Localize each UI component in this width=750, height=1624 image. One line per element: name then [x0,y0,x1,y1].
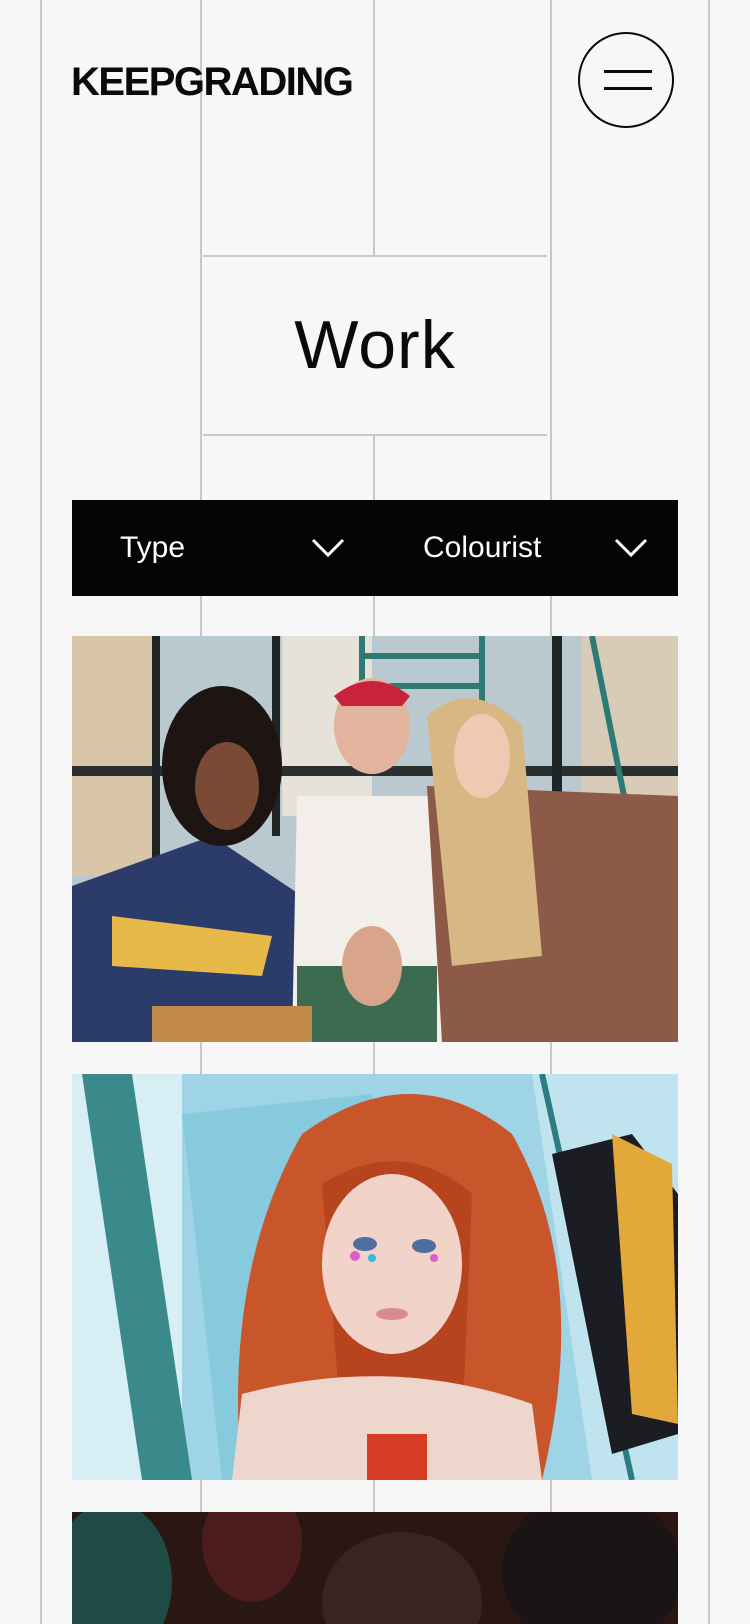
chevron-down-icon [614,538,648,558]
grid-line [203,434,547,436]
colourist-filter-label: Colourist [423,531,542,564]
project-card[interactable] [72,1512,678,1624]
logo[interactable]: KEEPGRADING [71,60,354,104]
grid-line [708,0,710,1624]
project-thumbnail [72,636,678,1042]
project-card[interactable] [72,1074,678,1480]
type-filter[interactable]: Type [72,500,375,596]
project-thumbnail [72,1512,678,1624]
chevron-down-icon [311,538,345,558]
page-title: Work [294,307,456,383]
project-card[interactable] [72,636,678,1042]
colourist-filter[interactable]: Colourist [375,500,678,596]
project-thumbnail [72,1074,678,1480]
grid-line [373,0,375,256]
type-filter-label: Type [120,531,186,564]
filter-bar: Type Colourist [72,500,678,596]
menu-button[interactable] [578,32,674,128]
grid-line [40,0,42,1624]
